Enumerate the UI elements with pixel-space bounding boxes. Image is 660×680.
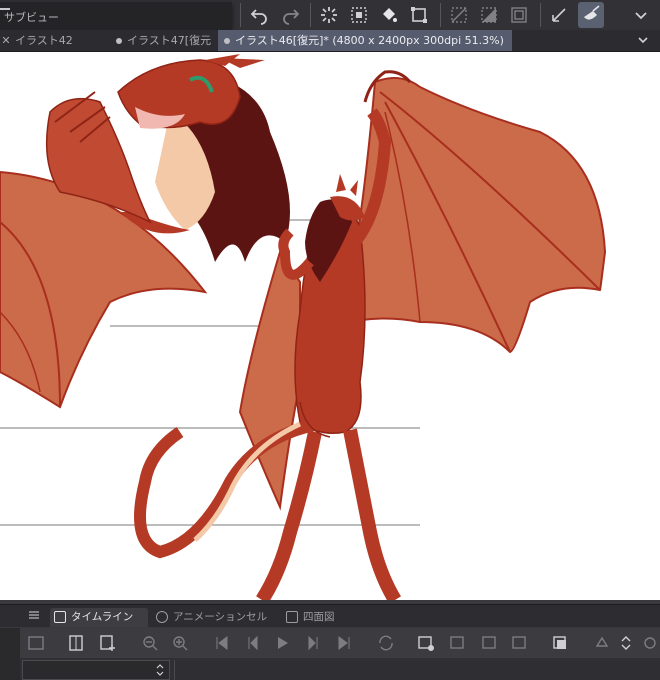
clear-icon[interactable]	[346, 2, 372, 28]
add-cel-icon[interactable]	[448, 633, 468, 653]
deselect-icon[interactable]	[446, 2, 472, 28]
panel-side-strip	[0, 628, 20, 680]
tab-label: イラスト46[復元]* (4800 x 2400px 300dpi 51.3%)	[235, 34, 504, 47]
drawing-canvas[interactable]	[0, 52, 660, 600]
loop-icon[interactable]	[376, 633, 396, 653]
animation-cel-icon	[156, 611, 168, 623]
undo-icon[interactable]	[246, 2, 272, 28]
timeline-selector[interactable]	[22, 660, 170, 680]
first-frame-icon[interactable]	[212, 633, 232, 653]
tab-timeline[interactable]: タイムライン	[50, 608, 148, 627]
settings-icon[interactable]	[640, 633, 660, 653]
transform-icon[interactable]	[406, 2, 432, 28]
unsaved-dot-icon	[116, 37, 122, 44]
new-timeline-icon[interactable]	[26, 633, 46, 653]
border-icon[interactable]	[506, 2, 532, 28]
tab-animation-cel[interactable]: アニメーションセル	[152, 608, 278, 627]
subview-panel: サブビュー	[0, 2, 232, 30]
redo-icon[interactable]	[278, 2, 304, 28]
tab-illust46[interactable]: イラスト46[復元]* (4800 x 2400px 300dpi 51.3%)	[218, 30, 512, 51]
zoom-in-icon[interactable]	[170, 633, 190, 653]
subview-title: サブビュー	[4, 11, 59, 24]
close-icon[interactable]: ✕	[0, 30, 12, 51]
fill-selection-icon[interactable]	[578, 2, 604, 28]
tab-label: イラスト42	[15, 34, 73, 47]
tab-illust47[interactable]: イラスト47[復元	[110, 30, 216, 51]
cel-delete-icon[interactable]	[480, 633, 500, 653]
tab-label: 四面図	[303, 611, 335, 623]
new-cel-icon[interactable]	[416, 633, 436, 653]
timeline-toolbar	[20, 628, 660, 658]
four-view-icon	[286, 611, 298, 623]
cel-edit-icon[interactable]	[510, 633, 530, 653]
tab-four-view[interactable]: 四面図	[282, 608, 354, 627]
prev-frame-icon[interactable]	[242, 633, 262, 653]
dragon-artwork	[0, 54, 607, 600]
erase-outside-icon[interactable]	[546, 2, 572, 28]
fill-icon[interactable]	[376, 2, 402, 28]
tab-illust42[interactable]: ✕ イラスト42	[0, 30, 108, 51]
timeline-track[interactable]	[174, 660, 660, 680]
panel-menu-icon[interactable]	[29, 610, 39, 620]
add-frame-icon[interactable]	[98, 633, 118, 653]
onion-skin-icon[interactable]	[550, 633, 570, 653]
chevron-down-icon[interactable]	[628, 2, 654, 28]
tab-label: タイムライン	[71, 611, 134, 623]
updown-chevron-icon[interactable]	[155, 663, 165, 677]
reorder-icon[interactable]	[616, 633, 636, 653]
loading-icon[interactable]	[316, 2, 342, 28]
invert-icon[interactable]	[476, 2, 502, 28]
document-tabbar: ✕ イラスト42 イラスト47[復元 イラスト46[復元]* (4800 x 24…	[0, 30, 660, 52]
unsaved-dot-icon	[224, 37, 230, 44]
tab-label: イラスト47[復元	[127, 34, 212, 47]
frame-icon[interactable]	[66, 633, 86, 653]
tab-label: アニメーションセル	[173, 611, 268, 623]
last-frame-icon[interactable]	[334, 633, 354, 653]
timeline-panel-header: タイムライン アニメーションセル 四面図	[0, 604, 660, 627]
subview-menu-icon[interactable]	[0, 8, 10, 10]
next-frame-icon[interactable]	[304, 633, 324, 653]
zoom-out-icon[interactable]	[140, 633, 160, 653]
timeline-icon	[54, 611, 66, 623]
light-table-icon[interactable]	[592, 633, 612, 653]
play-icon[interactable]	[272, 633, 292, 653]
tab-list-chevron-icon[interactable]	[636, 33, 650, 47]
